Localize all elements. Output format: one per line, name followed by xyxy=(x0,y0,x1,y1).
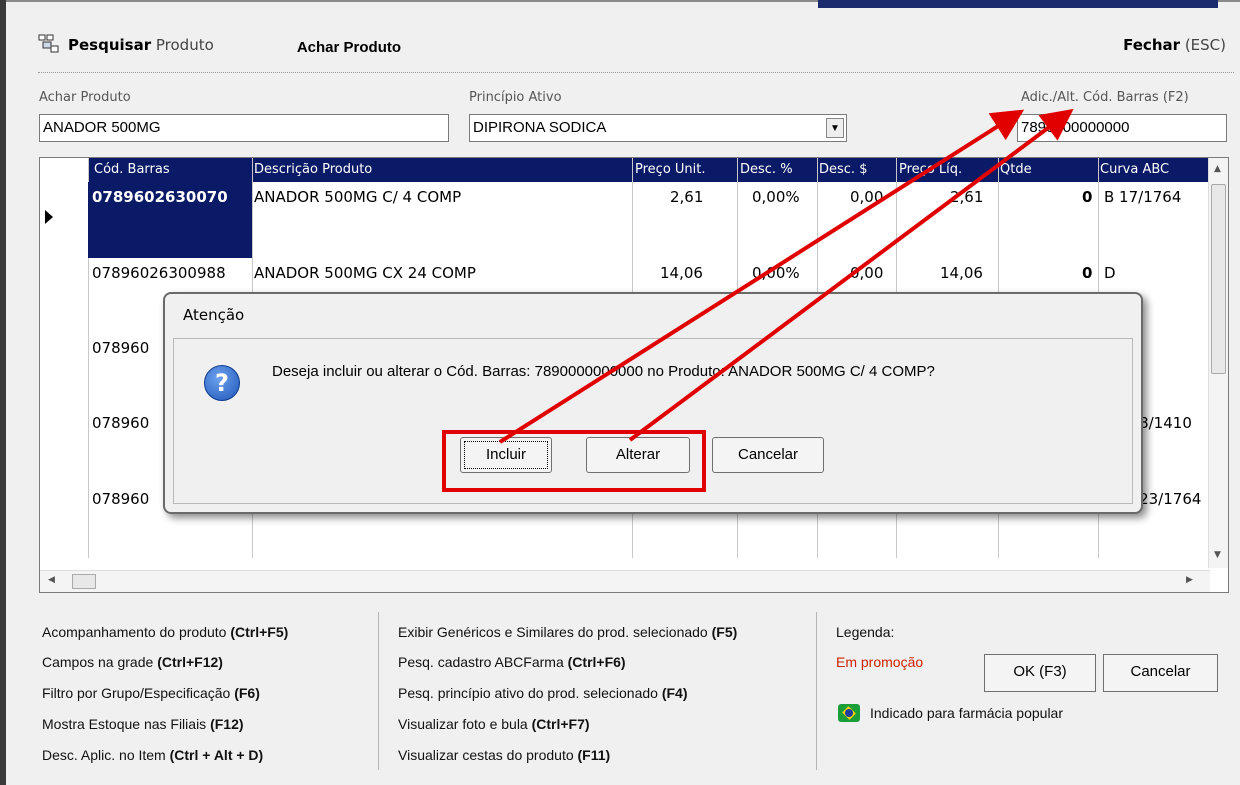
annotation-arrow-alterar xyxy=(628,108,1074,442)
annotation-arrows xyxy=(498,108,1074,444)
annotation-arrow-incluir xyxy=(498,109,1025,444)
product-search-window: Pesquisar Produto AAchar Produto Fechar … xyxy=(0,0,1240,785)
